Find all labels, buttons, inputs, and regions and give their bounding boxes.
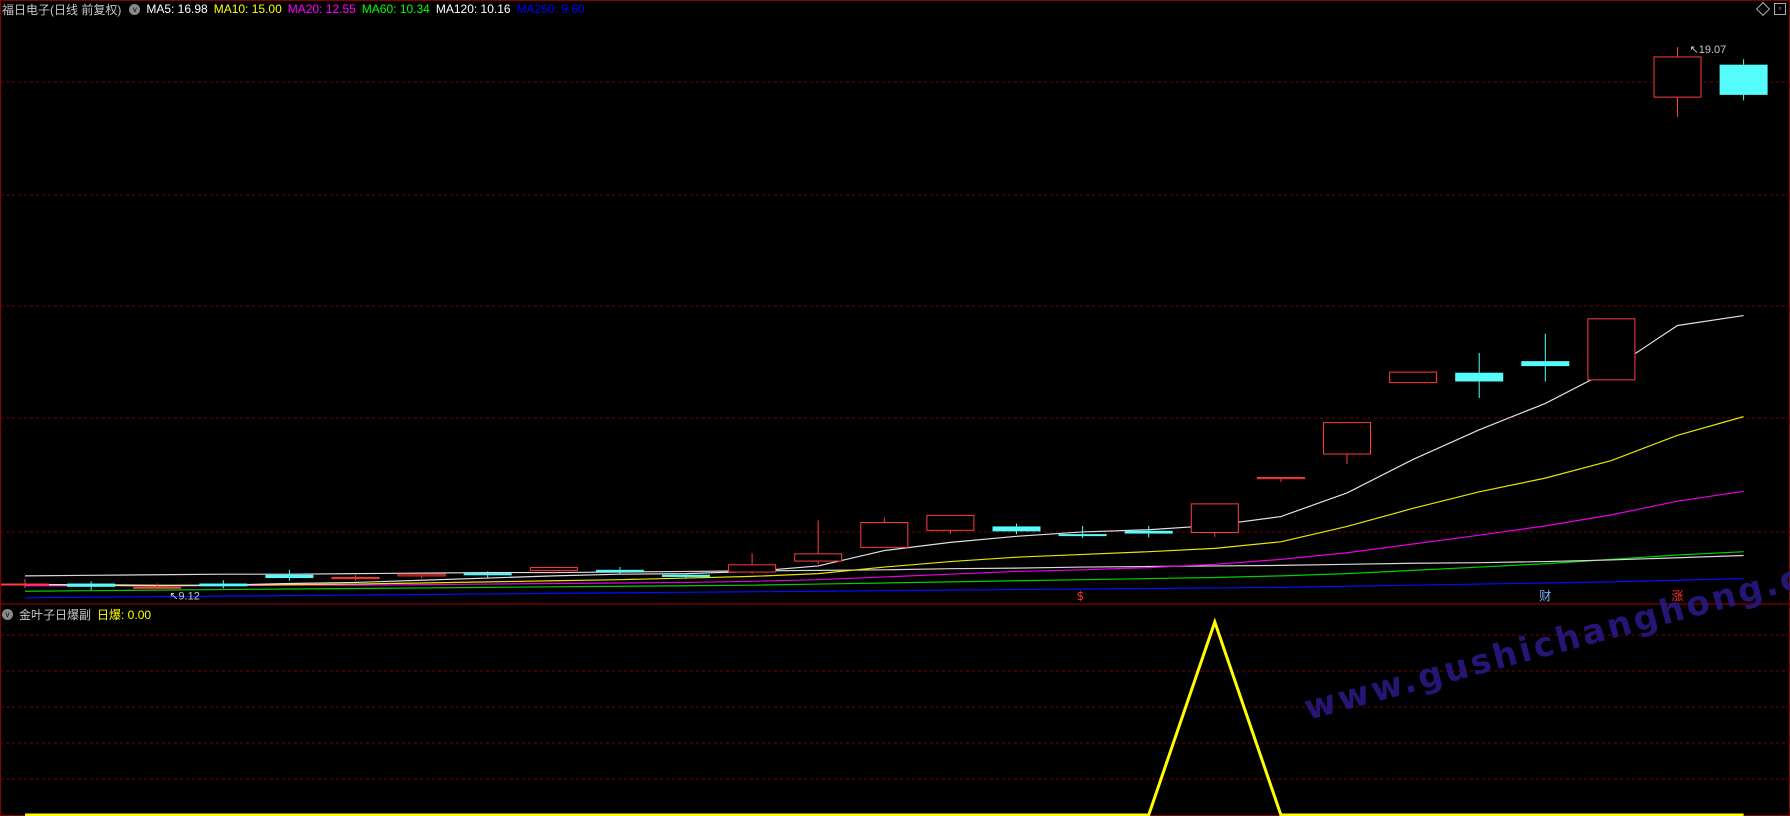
ma5-indicator: MA5: 16.98 — [146, 2, 208, 16]
ma120-line — [24, 554, 1744, 577]
diamond-icon[interactable] — [1755, 1, 1771, 17]
candle-body-up — [1190, 503, 1239, 534]
candle-body-down — [1719, 64, 1768, 95]
candle-body-down — [595, 569, 644, 572]
candle-body-up — [728, 564, 777, 573]
candle-body-up — [397, 573, 446, 577]
sub-chart-header: v 金叶子日爆副 日爆: 0.00 — [0, 605, 157, 623]
candle-body-down — [1058, 534, 1107, 537]
window-controls: ▫ — [1755, 1, 1786, 17]
candle-body-down — [1521, 361, 1570, 367]
signal-mark: 财 — [1539, 589, 1551, 603]
candle-body-up — [1653, 56, 1702, 98]
price-label: ↖19.07 — [1690, 44, 1727, 56]
candle-body-down — [992, 526, 1041, 532]
candle-body-up — [794, 553, 843, 562]
ma20-indicator: MA20: 12.55 — [287, 2, 356, 16]
collapse-icon[interactable]: v — [129, 3, 141, 15]
ma10-indicator: MA10: 15.00 — [213, 2, 282, 16]
candle-body-down — [265, 574, 314, 579]
stock-title: 福日电子(日线 前复权) — [2, 2, 122, 17]
sub-collapse-icon[interactable]: v — [2, 608, 13, 620]
candle-body-up — [1256, 477, 1305, 480]
main-chart-header: 福日电子(日线 前复权) v MA5: 16.98 MA10: 15.00 MA… — [0, 0, 591, 18]
candle-body-up — [529, 567, 578, 571]
candle-body-up — [1, 583, 49, 586]
ma10-line — [25, 416, 1744, 586]
candle-body-up — [926, 514, 975, 531]
candle-body-up — [1389, 371, 1438, 384]
candle-body-down — [463, 573, 512, 576]
sub-indicator-title: 金叶子日爆副 — [19, 607, 92, 622]
chart-frame — [0, 0, 1790, 816]
candle-body-down — [199, 583, 248, 587]
candle-body-down — [67, 583, 116, 587]
ma120-indicator: MA120: 10.16 — [435, 2, 511, 16]
candle-body-down — [1124, 530, 1173, 534]
price-label: ↖9.12 — [169, 590, 200, 602]
restore-icon[interactable]: ▫ — [1774, 3, 1786, 15]
candle-body-up — [1323, 422, 1371, 455]
candle-body-down — [1455, 372, 1504, 382]
candle-body-up — [133, 586, 182, 589]
ma250-indicator: MA250: 9.60 — [516, 2, 585, 16]
sub-indicator-value: 日爆: 0.00 — [97, 607, 152, 622]
candle-body-down — [662, 574, 710, 577]
ma250-line — [24, 577, 1744, 599]
signal-mark: $ — [1077, 589, 1085, 603]
ma60-indicator: MA60: 10.34 — [361, 2, 430, 16]
chart-canvas[interactable]: ↖19.07↖9.12 $ 财涨 — [0, 0, 1790, 816]
candle-body-up — [1587, 318, 1636, 381]
candle-body-up — [860, 522, 909, 548]
candle-body-up — [331, 576, 380, 580]
